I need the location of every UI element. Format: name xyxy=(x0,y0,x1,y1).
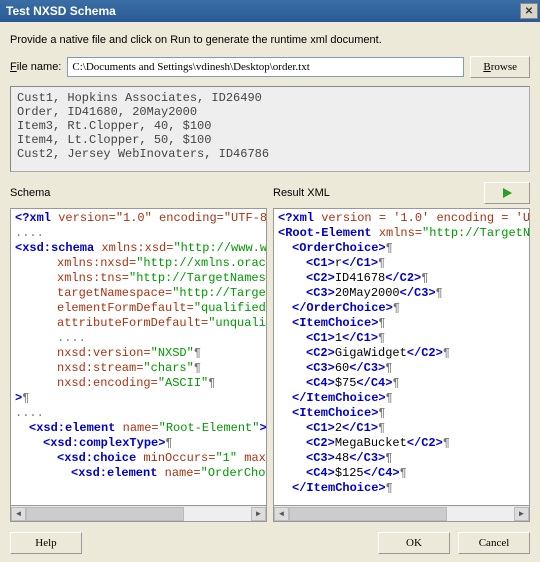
schema-panel: Schema <?xml version="1.0" encoding="UTF… xyxy=(10,182,267,522)
schema-label: Schema xyxy=(10,187,50,199)
play-icon xyxy=(501,187,513,199)
cancel-button[interactable]: Cancel xyxy=(458,532,530,554)
browse-button[interactable]: Browse xyxy=(470,56,530,78)
run-button[interactable] xyxy=(484,182,530,204)
scroll-left-icon[interactable]: ◄ xyxy=(11,507,26,521)
file-input[interactable] xyxy=(67,57,464,77)
result-label: Result XML xyxy=(273,187,330,199)
file-row: File name: Browse xyxy=(10,56,530,78)
file-preview: Cust1, Hopkins Associates, ID26490 Order… xyxy=(10,86,530,172)
schema-scrollbar[interactable]: ◄ ► xyxy=(10,506,267,522)
scroll-right-icon[interactable]: ► xyxy=(514,507,529,521)
result-box[interactable]: <?xml version = '1.0' encoding = 'UTF-8'… xyxy=(273,208,530,506)
schema-box[interactable]: <?xml version="1.0" encoding="UTF-8" ?>¶… xyxy=(10,208,267,506)
result-panel: Result XML <?xml version = '1.0' encodin… xyxy=(273,182,530,522)
window-title: Test NXSD Schema xyxy=(6,4,116,18)
close-icon[interactable]: ✕ xyxy=(520,3,538,19)
scroll-left-icon[interactable]: ◄ xyxy=(274,507,289,521)
scroll-right-icon[interactable]: ► xyxy=(251,507,266,521)
help-button[interactable]: Help xyxy=(10,532,82,554)
ok-button[interactable]: OK xyxy=(378,532,450,554)
result-scrollbar[interactable]: ◄ ► xyxy=(273,506,530,522)
title-bar: Test NXSD Schema ✕ xyxy=(0,0,540,22)
instruction-text: Provide a native file and click on Run t… xyxy=(10,34,530,46)
file-label: File name: xyxy=(10,61,61,73)
